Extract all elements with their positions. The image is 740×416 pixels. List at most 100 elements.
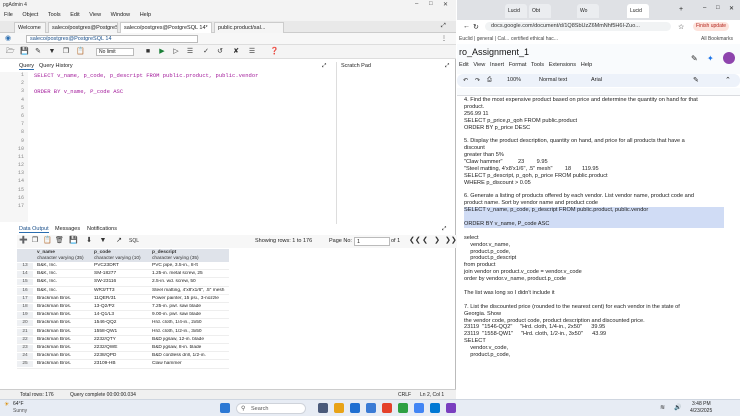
redo-icon[interactable]: ↷ [475, 77, 480, 84]
menu-edit[interactable]: Edit [66, 10, 83, 18]
table-cell[interactable]: B&D cordless drill, 1/2-in. [152, 353, 228, 359]
sql-icon[interactable]: SQL [129, 237, 139, 245]
edit-mode-icon[interactable]: ✎ [691, 54, 698, 63]
editor-line[interactable] [30, 129, 330, 137]
table-row[interactable]: 14 B&K, Inc. SM-18277 1.25-in. metal screw,… [17, 270, 229, 279]
volume-icon[interactable]: 🔊 [674, 404, 681, 411]
browser-tab-active[interactable]: Lucid [627, 4, 649, 18]
browser-tab-1[interactable]: Lucid [505, 4, 527, 18]
scratch-pad[interactable]: Scratch Pad ⤢ [336, 62, 456, 224]
browser-maximize-icon[interactable]: □ [716, 5, 720, 11]
all-bookmarks[interactable]: All Bookmarks [701, 36, 733, 42]
font-select[interactable]: Arial [591, 77, 602, 83]
browser-tab-3[interactable]: Wo [577, 4, 599, 18]
tab-query-active[interactable]: saleco/postgres@PostgreSQL 14* [120, 22, 212, 33]
copy-icon[interactable]: ❐ [62, 48, 70, 56]
tab-data-output[interactable]: Data Output [19, 226, 49, 233]
tab-notifications[interactable]: Notifications [87, 226, 117, 232]
collapse-icon[interactable]: ⌃ [725, 76, 731, 84]
editor-line[interactable] [30, 178, 330, 186]
clock-date[interactable]: 4/23/2025 [690, 408, 712, 414]
table-cell[interactable]: 2232/QTY [94, 337, 149, 343]
clear-icon[interactable]: ✘ [232, 48, 240, 56]
table-cell[interactable]: Brackman Bros. [37, 337, 92, 343]
table-cell[interactable]: B&D jigsaw, 8-in. blade [152, 345, 228, 351]
delete-row-icon[interactable]: 🗑 [55, 237, 64, 245]
table-cell[interactable]: Brackman Bros. [37, 320, 92, 326]
star-icon[interactable]: ☆ [678, 23, 684, 31]
tab-query[interactable]: Query [19, 63, 34, 70]
commit-icon[interactable]: ✓ [202, 48, 210, 56]
doc-title[interactable]: ro_Assignment_1 [459, 47, 529, 57]
save-data-icon[interactable]: 💾 [69, 237, 78, 245]
start-icon[interactable] [220, 403, 230, 413]
chrome-icon[interactable] [398, 403, 408, 413]
vscode-icon[interactable] [430, 403, 440, 413]
table-cell[interactable]: Hrd. cloth, 1/2-in., 3x50 [152, 329, 228, 335]
table-row[interactable]: 21 Brackman Bros. 1558-QW1 Hrd. cloth, 1/2-… [17, 328, 229, 336]
table-cell[interactable]: Steel matting, 4'x8'x1/6", .5" mesh [152, 288, 228, 294]
save-icon[interactable]: 💾 [20, 48, 29, 56]
bookmark-2[interactable]: certified ethical hac... [511, 36, 558, 42]
menu-file[interactable]: File [0, 10, 17, 18]
table-cell[interactable]: 14-Q1/L3 [94, 312, 149, 318]
editor-line[interactable] [30, 170, 330, 178]
more-icon[interactable]: ⋮ [441, 35, 447, 42]
new-tab-icon[interactable]: + [679, 6, 683, 13]
tab-welcome[interactable]: Welcome [14, 22, 46, 33]
weather-temp[interactable]: 64°F [13, 401, 24, 407]
table-cell[interactable]: 1.25-in. metal screw, 25 [152, 271, 228, 277]
menu-help[interactable]: Help [136, 10, 155, 18]
tab-query-history[interactable]: Query History [39, 63, 73, 69]
table-cell[interactable]: Brackman Bros. [37, 353, 92, 359]
table-row[interactable]: 23 Brackman Bros. 2232/QWE B&D jigsaw, 8-in… [17, 344, 229, 353]
editor-line[interactable] [30, 80, 330, 88]
table-row[interactable]: 16 B&K, Inc. WR3/TT3 Steel matting, 4'x8'x1… [17, 287, 229, 295]
table-cell[interactable]: Brackman Bros. [37, 312, 92, 318]
office-icon[interactable] [382, 403, 392, 413]
edit-icon[interactable]: ✎ [34, 48, 42, 56]
sql-editor[interactable]: SELECT v_name, p_code, p_descript FROM p… [30, 72, 330, 222]
table-cell[interactable]: B&K, Inc. [37, 279, 92, 285]
graph-icon[interactable]: ↗ [115, 237, 123, 245]
col-v-name[interactable]: v_name character varying (35) [37, 250, 84, 261]
table-row[interactable]: 18 Brackman Bros. 13-Q2/P2 7.25-in. pwr. sa… [17, 303, 229, 312]
reload-icon[interactable]: ↻ [473, 23, 479, 31]
table-row[interactable]: 13 B&K, Inc. PVC23DRT PVC pipe, 3.5-in., 8-… [17, 262, 229, 271]
editor-line[interactable] [30, 154, 330, 162]
editor-line[interactable] [30, 203, 330, 211]
tab-product-table[interactable]: public.product/sal... [214, 22, 284, 33]
prev-page-icon[interactable]: ❮ [421, 237, 429, 245]
table-cell[interactable]: 23109-HB [94, 361, 149, 367]
expand-icon[interactable]: ⤢ [441, 23, 446, 30]
paste-icon[interactable]: 📋 [76, 48, 85, 56]
connection-select[interactable]: saleco/postgres@PostgreSQL 14 [26, 35, 198, 43]
execute-icon[interactable]: ▶ [158, 48, 166, 56]
bookmark-1[interactable]: Euclid | general | Cal... [459, 36, 509, 42]
finish-update-button[interactable]: Finish update [693, 22, 730, 31]
pen-icon[interactable]: ✎ [693, 76, 699, 84]
table-cell[interactable]: Brackman Bros. [37, 361, 92, 367]
back-icon[interactable]: ← [463, 23, 470, 30]
wifi-icon[interactable]: ≋ [660, 404, 665, 411]
editor-line[interactable] [30, 121, 330, 129]
filter-icon[interactable]: ▼ [48, 48, 56, 56]
url-input[interactable]: docs.google.com/document/d/1Q8SbUzZ6MmNh… [485, 22, 671, 31]
table-cell[interactable]: 13-Q2/P2 [94, 304, 149, 310]
close-icon[interactable]: ✕ [443, 1, 448, 8]
edge-icon[interactable] [350, 403, 360, 413]
table-cell[interactable]: 2232/QWE [94, 345, 149, 351]
explain-analyze-icon[interactable]: ☰ [186, 48, 194, 56]
editor-line[interactable] [30, 97, 330, 105]
pgadmin-taskbar-icon[interactable] [366, 403, 376, 413]
editor-line[interactable]: SELECT v_name, p_code, p_descript FROM p… [30, 72, 330, 80]
menu-window[interactable]: Window [107, 10, 135, 18]
col-p-descript[interactable]: p_descript character varying (35) [152, 250, 199, 261]
table-cell[interactable]: 7.25-in. pwr. saw blade [152, 304, 228, 310]
expand-scratch-icon[interactable]: ⤢ [445, 63, 449, 70]
table-cell[interactable]: Hrd. cloth, 1/4-in., 2x50 [152, 320, 228, 326]
table-cell[interactable]: SW-23116 [94, 279, 149, 285]
col-p-code[interactable]: p_code character varying (10) [94, 250, 141, 261]
macros-icon[interactable]: ☰ [248, 48, 256, 56]
open-file-icon[interactable]: 🗁 [6, 48, 15, 56]
